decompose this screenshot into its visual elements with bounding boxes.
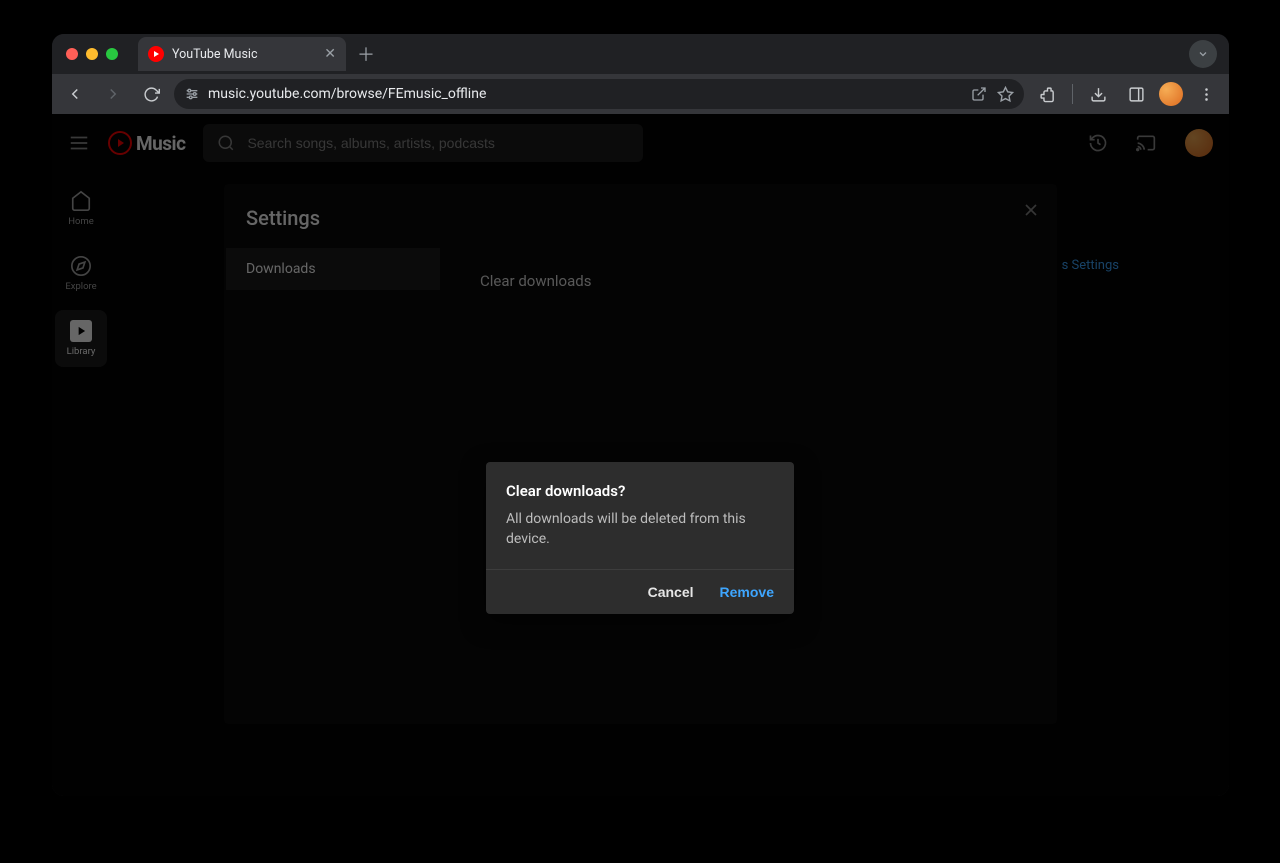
url-text: music.youtube.com/browse/FEmusic_offline [208, 86, 963, 102]
browser-toolbar: music.youtube.com/browse/FEmusic_offline [52, 74, 1229, 114]
downloads-button[interactable] [1083, 79, 1113, 109]
remove-button[interactable]: Remove [720, 584, 774, 600]
tab-title: YouTube Music [172, 47, 316, 62]
remove-button-label: Remove [720, 584, 774, 600]
close-tab-button[interactable]: ✕ [324, 46, 336, 62]
browser-menu-button[interactable] [1191, 79, 1221, 109]
browser-window: YouTube Music ✕ ＋ music.youtube.com/brow… [52, 34, 1229, 796]
window-controls [66, 48, 118, 60]
dialog-body: All downloads will be deleted from this … [486, 510, 794, 569]
cancel-button-label: Cancel [648, 584, 694, 600]
site-settings-icon[interactable] [184, 86, 200, 102]
dialog-title: Clear downloads? [486, 462, 794, 510]
modal-scrim [52, 114, 1229, 796]
window-minimize-button[interactable] [86, 48, 98, 60]
cancel-button[interactable]: Cancel [648, 584, 694, 600]
forward-button[interactable] [98, 79, 128, 109]
window-maximize-button[interactable] [106, 48, 118, 60]
new-tab-button[interactable]: ＋ [352, 40, 380, 68]
address-bar[interactable]: music.youtube.com/browse/FEmusic_offline [174, 79, 1024, 109]
browser-profile-avatar[interactable] [1159, 82, 1183, 106]
browser-tab[interactable]: YouTube Music ✕ [138, 37, 346, 71]
toolbar-divider [1072, 84, 1073, 104]
reload-button[interactable] [136, 79, 166, 109]
extensions-button[interactable] [1032, 79, 1062, 109]
tabs-dropdown-button[interactable] [1189, 40, 1217, 68]
open-in-new-icon[interactable] [971, 86, 987, 102]
tab-strip: YouTube Music ✕ ＋ [52, 34, 1229, 74]
app-content: Music Home [52, 114, 1229, 796]
clear-downloads-dialog: Clear downloads? All downloads will be d… [486, 462, 794, 614]
window-close-button[interactable] [66, 48, 78, 60]
bookmark-star-icon[interactable] [997, 86, 1014, 103]
side-panel-button[interactable] [1121, 79, 1151, 109]
back-button[interactable] [60, 79, 90, 109]
youtube-music-favicon [148, 46, 164, 62]
dialog-actions: Cancel Remove [486, 570, 794, 614]
